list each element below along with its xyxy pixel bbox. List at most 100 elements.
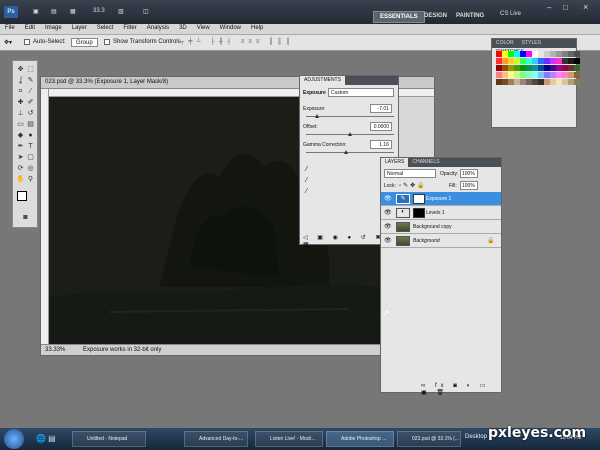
- watermark-logo: pxleyes.com: [488, 425, 587, 441]
- lasso-tool-icon[interactable]: ʆ: [16, 76, 25, 85]
- layer-mask-thumbnail[interactable]: [413, 194, 425, 204]
- workspace-design[interactable]: DESIGN: [418, 11, 453, 23]
- exposure-slider-handle[interactable]: [314, 114, 319, 118]
- blend-mode-dropdown[interactable]: Normal: [384, 169, 436, 178]
- start-orb-icon[interactable]: [4, 429, 24, 449]
- lock-icons[interactable]: ▫✎✥🔒: [399, 182, 427, 189]
- tab-styles[interactable]: STYLES: [518, 39, 545, 48]
- layer-row-levels[interactable]: 👁 ◐ Levels 1: [381, 206, 501, 220]
- eyedropper-tool-icon[interactable]: ⁄: [26, 87, 35, 96]
- move-tool-icon[interactable]: ✥▾: [4, 39, 12, 46]
- menu-item-window[interactable]: Window: [215, 24, 246, 32]
- fill-field[interactable]: 100%: [460, 181, 478, 190]
- hand-tool-icon[interactable]: ✋: [16, 175, 25, 184]
- layers-footer-icons[interactable]: ∞ fx ◙ ◐ ▭ ▣ 🗑: [421, 382, 501, 396]
- visibility-eye-icon[interactable]: 👁: [384, 223, 392, 231]
- eraser-tool-icon[interactable]: ▭: [16, 120, 25, 129]
- type-tool-icon[interactable]: T: [26, 142, 35, 151]
- marquee-tool-icon[interactable]: ⬚: [26, 65, 35, 74]
- gamma-value-field[interactable]: 1.16: [370, 140, 392, 149]
- move-tool-icon[interactable]: ✥: [16, 65, 25, 74]
- menu-item-select[interactable]: Select: [92, 24, 119, 32]
- exposure-value-field[interactable]: -7.01: [370, 104, 392, 113]
- 3d-rotate-icon[interactable]: ⟳: [16, 164, 25, 173]
- offset-slider-handle[interactable]: [348, 132, 352, 136]
- preset-dropdown[interactable]: Custom: [328, 88, 394, 97]
- menu-item-analysis[interactable]: Analysis: [142, 24, 174, 32]
- layer-row-exposure[interactable]: 👁 ✎ Exposure 1: [381, 192, 501, 206]
- taskbar-firefox[interactable]: Listen Live! - Mozil...: [255, 431, 323, 447]
- offset-value-field[interactable]: 0.0000: [370, 122, 392, 131]
- opacity-field[interactable]: 100%: [460, 169, 478, 178]
- brush-tool-icon[interactable]: ✐: [26, 98, 35, 107]
- visibility-eye-icon[interactable]: 👁: [384, 195, 392, 203]
- restore-icon[interactable]: □: [563, 3, 568, 12]
- menu-item-help[interactable]: Help: [246, 24, 268, 32]
- path-select-icon[interactable]: ➤: [16, 153, 25, 162]
- quick-select-icon[interactable]: ✎: [26, 76, 35, 85]
- grid-icon[interactable]: ▦: [70, 8, 76, 17]
- zoom-level[interactable]: 33.3: [93, 8, 105, 17]
- color-swatch[interactable]: [574, 58, 580, 64]
- gamma-slider-handle[interactable]: [343, 150, 348, 154]
- eyedropper-black-icon[interactable]: ⁄: [306, 166, 307, 173]
- eyedropper-gray-icon[interactable]: ⁄: [306, 177, 307, 184]
- screen-mode-icon[interactable]: ◫: [143, 8, 149, 17]
- history-brush-icon[interactable]: ↺: [26, 109, 35, 118]
- shape-tool-icon[interactable]: ▢: [26, 153, 35, 162]
- crop-tool-icon[interactable]: ⌗: [16, 87, 25, 96]
- stamp-tool-icon[interactable]: ⊥: [16, 109, 25, 118]
- bridge-icon[interactable]: ▣: [33, 8, 39, 17]
- healing-tool-icon[interactable]: ✚: [16, 98, 25, 107]
- 3d-orbit-icon[interactable]: ◎: [26, 164, 35, 173]
- tab-channels[interactable]: CHANNELS: [408, 158, 443, 167]
- taskbar-notepad[interactable]: Untitled - Notepad: [72, 431, 146, 447]
- menu-item-filter[interactable]: Filter: [118, 24, 141, 32]
- arrange-icon[interactable]: ▥: [118, 8, 124, 17]
- foreground-color-swatch[interactable]: [17, 191, 27, 201]
- desktop-toolbar-label[interactable]: Desktop: [465, 434, 487, 440]
- eyedropper-white-icon[interactable]: ⁄: [306, 188, 307, 195]
- auto-select-checkbox[interactable]: [24, 39, 30, 45]
- tab-adjustments[interactable]: ADJUSTMENTS: [300, 76, 345, 85]
- close-icon[interactable]: ×: [583, 2, 588, 12]
- menu-item-edit[interactable]: Edit: [20, 24, 40, 32]
- dodge-tool-icon[interactable]: ●: [26, 131, 35, 140]
- exposure-slider[interactable]: [306, 116, 394, 117]
- layer-row-background[interactable]: 👁 Background 🔒: [381, 234, 501, 248]
- pen-tool-icon[interactable]: ✒: [16, 142, 25, 151]
- tab-color[interactable]: COLOR: [492, 39, 518, 48]
- zoom-tool-icon[interactable]: ⚲: [26, 175, 35, 184]
- menu-item-view[interactable]: View: [192, 24, 215, 32]
- quick-mask-icon[interactable]: ◙: [21, 213, 30, 222]
- menu-item-layer[interactable]: Layer: [67, 24, 92, 32]
- menu-item-image[interactable]: Image: [40, 24, 67, 32]
- color-swatch[interactable]: [574, 51, 580, 57]
- gradient-tool-icon[interactable]: ▤: [26, 120, 35, 129]
- minimize-icon[interactable]: –: [547, 3, 551, 12]
- color-swatch[interactable]: [574, 65, 580, 71]
- gamma-slider[interactable]: [306, 152, 394, 153]
- minibridge-icon[interactable]: ▤: [51, 8, 57, 17]
- blur-tool-icon[interactable]: ◆: [16, 131, 25, 140]
- align-icons[interactable]: ┬╪┴ ├╫┤ ≡≡≡ ║║║: [180, 39, 294, 45]
- visibility-eye-icon[interactable]: 👁: [384, 209, 392, 217]
- quicklaunch-icons[interactable]: 🌐 ▤: [36, 434, 56, 443]
- auto-select-dropdown[interactable]: Group: [71, 38, 98, 47]
- color-swatch[interactable]: [574, 79, 580, 85]
- color-swatch[interactable]: [574, 72, 580, 78]
- layer-mask-thumbnail[interactable]: [413, 208, 425, 218]
- workspace-essentials[interactable]: ESSENTIALS: [373, 11, 425, 23]
- workspace-painting[interactable]: PAINTING: [450, 11, 490, 23]
- transform-controls-checkbox[interactable]: [104, 39, 110, 45]
- taskbar-photoshop[interactable]: Adobe Photoshop ...: [326, 431, 394, 447]
- taskbar-browser-tutorial[interactable]: Advanced Day-to-...: [184, 431, 248, 447]
- layer-row-background-copy[interactable]: 👁 Background copy: [381, 220, 501, 234]
- visibility-eye-icon[interactable]: 👁: [384, 237, 392, 245]
- menu-item-3d[interactable]: 3D: [174, 24, 192, 32]
- menu-item-file[interactable]: File: [0, 24, 20, 32]
- cs-live-button[interactable]: CS Live: [500, 11, 521, 20]
- zoom-field[interactable]: 33.33%: [45, 347, 65, 353]
- tab-layers[interactable]: LAYERS: [381, 158, 409, 167]
- taskbar-document[interactable]: 023.psd @ 33.1% (...: [397, 431, 461, 447]
